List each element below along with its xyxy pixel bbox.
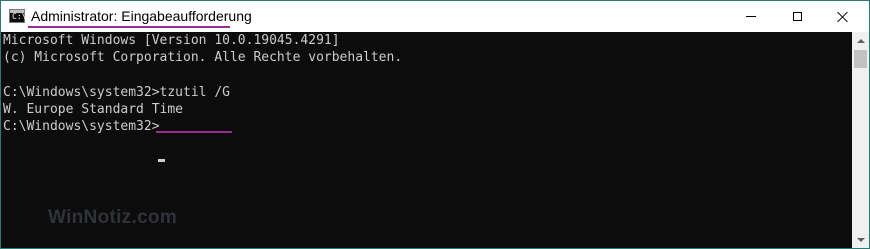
minimize-icon [746, 16, 756, 17]
close-icon [837, 11, 849, 23]
scroll-up-button[interactable] [852, 32, 869, 49]
arrow-up-icon [856, 38, 865, 43]
title-bar[interactable]: C:\ Administrator: Eingabeaufforderung [1, 1, 869, 32]
console-line: Microsoft Windows [Version 10.0.19045.42… [3, 33, 340, 48]
text-cursor [158, 159, 165, 162]
console-output[interactable]: Microsoft Windows [Version 10.0.19045.42… [1, 32, 852, 248]
cmd-window: C:\ Administrator: Eingabeaufforderung M… [0, 0, 870, 249]
cmd-icon-glyph: C:\ [12, 12, 27, 21]
arrow-down-icon [856, 237, 865, 242]
scroll-down-button[interactable] [852, 231, 869, 248]
console-prompt: C:\Windows\system32> [3, 119, 160, 134]
scrollbar-thumb[interactable] [854, 50, 867, 68]
title-highlight-underline [28, 26, 230, 28]
command-highlight-underline [156, 131, 232, 133]
window-title: Administrator: Eingabeaufforderung [31, 8, 252, 24]
console-line: (c) Microsoft Corporation. Alle Rechte v… [3, 50, 403, 65]
maximize-icon [792, 12, 802, 21]
close-button[interactable] [820, 1, 866, 32]
console-command-line: C:\Windows\system32>tzutil /G [3, 85, 230, 100]
maximize-button[interactable] [774, 1, 820, 32]
cmd-icon[interactable]: C:\ [9, 9, 27, 23]
console-line: W. Europe Standard Time [3, 102, 184, 117]
vertical-scrollbar[interactable] [852, 32, 869, 248]
minimize-button[interactable] [728, 1, 774, 32]
watermark: WinNotiz.com [48, 207, 178, 228]
